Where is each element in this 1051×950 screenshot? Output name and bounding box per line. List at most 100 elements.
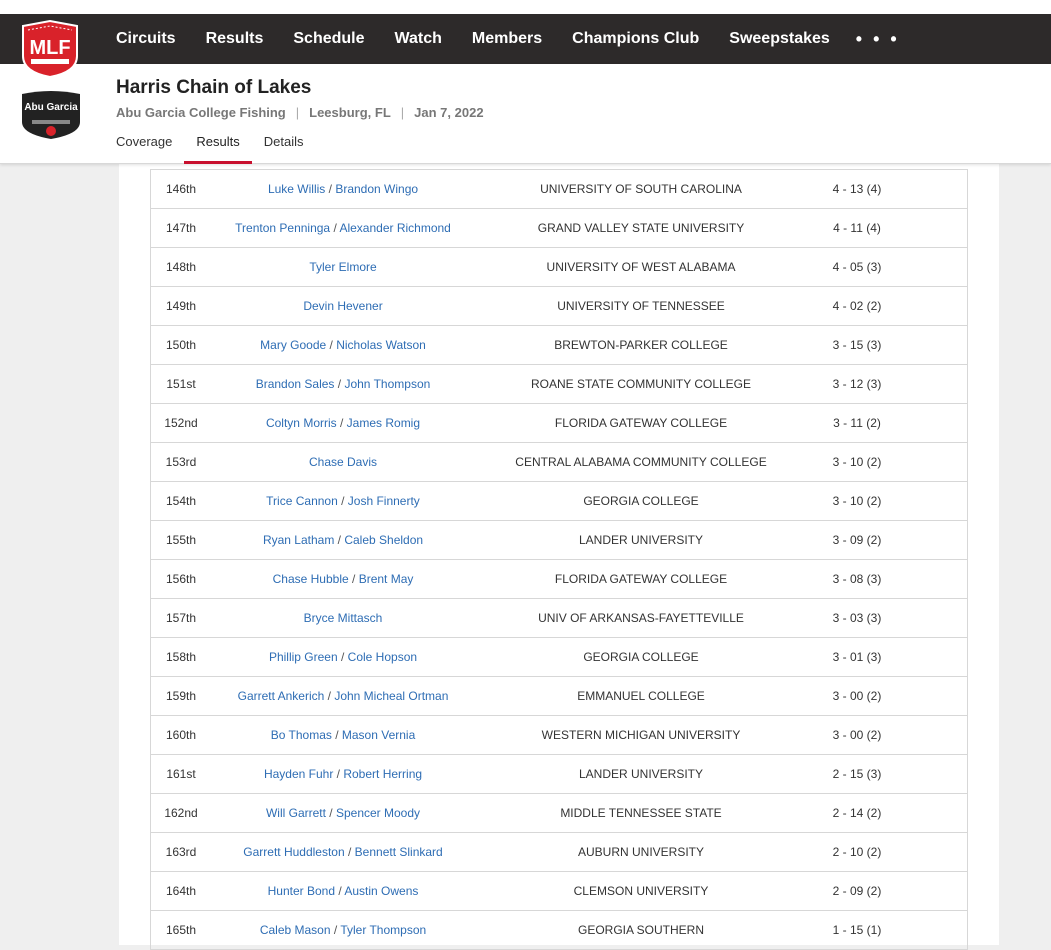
weight-cell: 3 - 01 (3) [832,650,882,664]
angler-separator: / [348,572,359,586]
angler-separator: / [334,533,345,547]
angler-link[interactable]: Mason Vernia [342,728,415,742]
angler-link[interactable]: Garrett Huddleston [243,845,344,859]
nav-results[interactable]: Results [206,30,264,48]
angler-link[interactable]: Spencer Moody [336,806,420,820]
angler-link[interactable]: Caleb Sheldon [344,533,423,547]
school-cell: AUBURN UNIVERSITY [577,845,705,859]
angler-link[interactable]: Hunter Bond [268,884,335,898]
tab-results[interactable]: Results [184,126,253,164]
angler-link[interactable]: Brandon Wingo [335,182,418,196]
angler-link[interactable]: Nicholas Watson [336,338,426,352]
angler-link[interactable]: Robert Herring [343,767,422,781]
school-cell: BREWTON-PARKER COLLEGE [554,338,728,352]
school-cell: EMMANUEL COLLEGE [577,689,705,703]
table-row: 146th Luke Willis / Brandon Wingo UNIVERSI… [150,169,968,209]
table-row: 164th Hunter Bond / Austin Owens CLEMSON U… [150,872,968,911]
nav-links: Circuits Results Schedule Watch Members Champ… [116,14,930,64]
table-row: 155th Ryan Latham / Caleb Sheldon LANDER U… [150,521,968,560]
anglers-cell: Ryan Latham / Caleb Sheldon [211,533,475,547]
place-cell: 147th [165,221,197,235]
weight-cell: 3 - 10 (2) [832,455,882,469]
angler-link[interactable]: Garrett Ankerich [238,689,325,703]
anglers-cell: Trice Cannon / Josh Finnerty [211,494,475,508]
angler-link[interactable]: Bryce Mittasch [304,611,383,625]
angler-link[interactable]: Chase Hubble [273,572,349,586]
angler-link[interactable]: Trenton Penninga [235,221,330,235]
angler-link[interactable]: Will Garrett [266,806,326,820]
nav-circuits[interactable]: Circuits [116,30,176,48]
angler-link[interactable]: Tyler Elmore [309,260,376,274]
weight-cell: 3 - 15 (3) [832,338,882,352]
weight-cell: 3 - 12 (3) [832,377,882,391]
angler-link[interactable]: Phillip Green [269,650,338,664]
weight-cell: 3 - 00 (2) [832,689,882,703]
angler-link[interactable]: John Micheal Ortman [334,689,448,703]
place-cell: 161st [166,767,196,781]
weight-cell: 2 - 14 (2) [832,806,882,820]
angler-separator: / [330,923,341,937]
event-title: Harris Chain of Lakes [116,77,312,98]
table-row: 156th Chase Hubble / Brent May FLORIDA GAT… [150,560,968,599]
angler-link[interactable]: Chase Davis [309,455,377,469]
tab-details[interactable]: Details [264,126,304,163]
place-cell: 148th [165,260,197,274]
place-cell: 164th [165,884,197,898]
angler-separator: / [337,494,348,508]
school-cell: ROANE STATE COMMUNITY COLLEGE [530,377,752,391]
nav-more-icon[interactable]: • • • [856,29,900,50]
angler-link[interactable]: Caleb Mason [260,923,331,937]
angler-link[interactable]: Josh Finnerty [348,494,420,508]
top-band [0,0,1051,14]
tab-coverage[interactable]: Coverage [116,126,172,163]
weight-cell: 3 - 00 (2) [832,728,882,742]
angler-link[interactable]: James Romig [347,416,420,430]
event-meta: Abu Garcia College Fishing | Leesburg, F… [116,105,484,120]
angler-separator: / [325,182,336,196]
mlf-logo[interactable]: MLF [19,19,81,79]
angler-separator: / [326,338,337,352]
angler-link[interactable]: Bennett Slinkard [355,845,443,859]
place-cell: 154th [165,494,197,508]
anglers-cell: Phillip Green / Cole Hopson [211,650,475,664]
anglers-cell: Brandon Sales / John Thompson [211,377,475,391]
nav-schedule[interactable]: Schedule [293,30,364,48]
angler-link[interactable]: Luke Willis [268,182,325,196]
table-row: 159th Garrett Ankerich / John Micheal Ort… [150,677,968,716]
angler-link[interactable]: Brandon Sales [256,377,335,391]
place-cell: 165th [165,923,197,937]
mlf-logo-text: MLF [29,37,70,59]
angler-link[interactable]: Coltyn Morris [266,416,337,430]
angler-link[interactable]: Devin Hevener [303,299,382,313]
weight-cell: 4 - 02 (2) [832,299,882,313]
nav-watch[interactable]: Watch [395,30,442,48]
angler-link[interactable]: Ryan Latham [263,533,334,547]
place-cell: 158th [165,650,197,664]
weight-cell: 3 - 10 (2) [832,494,882,508]
nav-champions-club[interactable]: Champions Club [572,30,699,48]
angler-link[interactable]: Austin Owens [344,884,418,898]
weight-cell: 3 - 08 (3) [832,572,882,586]
nav-sweepstakes[interactable]: Sweepstakes [729,30,830,48]
angler-link[interactable]: Tyler Thompson [340,923,426,937]
anglers-cell: Garrett Huddleston / Bennett Slinkard [211,845,475,859]
angler-link[interactable]: Alexander Richmond [339,221,450,235]
anglers-cell: Hayden Fuhr / Robert Herring [211,767,475,781]
school-cell: CENTRAL ALABAMA COMMUNITY COLLEGE [515,455,767,469]
anglers-cell: Chase Hubble / Brent May [211,572,475,586]
nav-members[interactable]: Members [472,30,542,48]
table-row: 153rd Chase Davis CENTRAL ALABAMA COMMUNIT… [150,443,968,482]
angler-link[interactable]: Trice Cannon [266,494,338,508]
anglers-cell: Coltyn Morris / James Romig [211,416,475,430]
angler-link[interactable]: Brent May [359,572,414,586]
event-series: Abu Garcia College Fishing [116,105,286,120]
angler-link[interactable]: Hayden Fuhr [264,767,333,781]
angler-separator: / [325,806,336,820]
table-row: 150th Mary Goode / Nicholas Watson BREWTON… [150,326,968,365]
angler-link[interactable]: Mary Goode [260,338,326,352]
angler-link[interactable]: John Thompson [344,377,430,391]
school-cell: GRAND VALLEY STATE UNIVERSITY [537,221,745,235]
angler-link[interactable]: Bo Thomas [271,728,332,742]
angler-link[interactable]: Cole Hopson [348,650,417,664]
table-row: 165th Caleb Mason / Tyler Thompson GEORGIA… [150,911,968,950]
